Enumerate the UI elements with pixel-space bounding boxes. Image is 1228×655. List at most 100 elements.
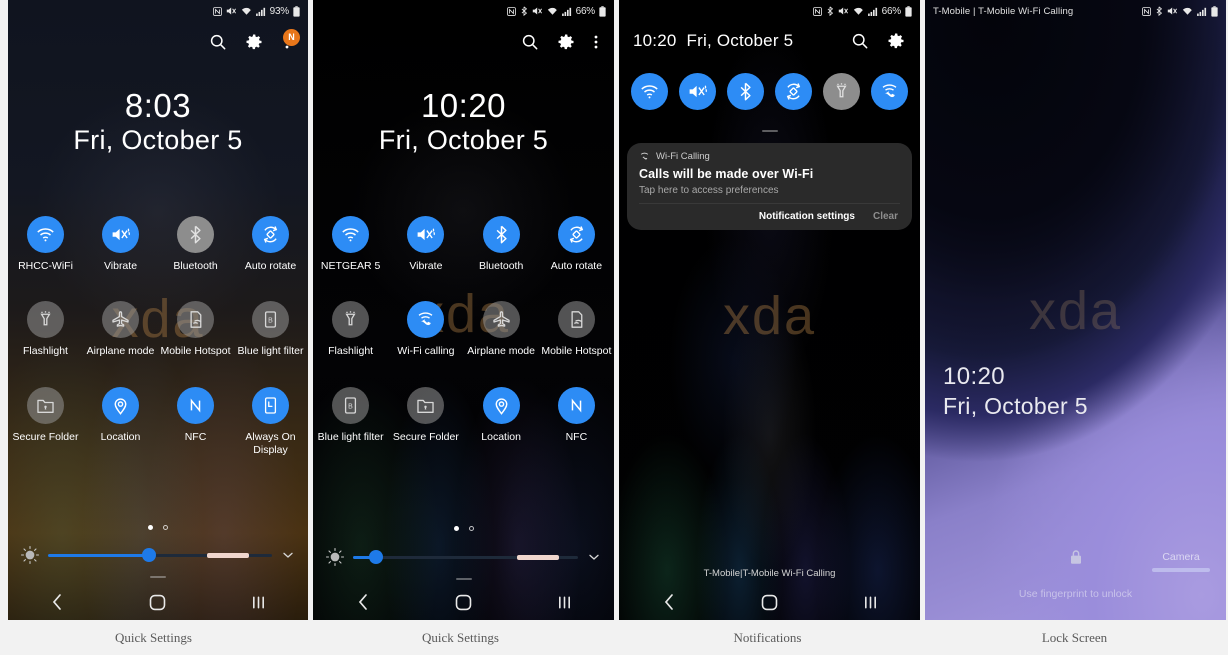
vibrate-icon (102, 216, 139, 253)
chevron-down-icon[interactable] (586, 549, 602, 565)
tile-blue-light-filter[interactable]: B Blue light filter (313, 386, 388, 444)
tile-flashlight[interactable]: Flashlight (313, 301, 388, 358)
tile-mobile-hotspot[interactable]: Mobile Hotspot (158, 301, 233, 358)
battery-percent: 93% (269, 5, 290, 17)
tile-flashlight[interactable]: Flashlight (8, 301, 83, 358)
wifi-icon (1182, 7, 1193, 16)
back-icon[interactable] (50, 593, 64, 611)
wifi-icon (547, 7, 558, 16)
mute-icon (838, 6, 849, 16)
clock: 10:20 Fri, October 5 (313, 87, 614, 157)
chevron-down-icon[interactable] (280, 547, 296, 563)
panel-drag-handle[interactable] (150, 576, 166, 578)
brightness-knob[interactable] (368, 550, 383, 564)
quick-toggle-flashlight[interactable] (823, 73, 860, 110)
tile-netgear-5[interactable]: NETGEAR 5 (313, 216, 388, 273)
recents-icon[interactable] (251, 595, 266, 610)
tile-nfc[interactable]: NFC (158, 386, 233, 458)
quick-settings-grid: RHCC-WiFi Vibrate Bluetooth Auto rotate … (8, 216, 308, 458)
quick-toggle-wifi[interactable] (631, 73, 668, 110)
notification-title: Calls will be made over Wi-Fi (639, 167, 814, 181)
back-icon[interactable] (356, 593, 370, 611)
tile-auto-rotate[interactable]: Auto rotate (539, 216, 614, 273)
tile-airplane-mode[interactable]: Airplane mode (464, 301, 539, 358)
gear-icon[interactable] (886, 31, 906, 51)
clock-date: Fri, October 5 (73, 124, 243, 155)
blue-light-icon: B (332, 386, 370, 424)
tile-rhcc-wifi[interactable]: RHCC-WiFi (8, 216, 83, 273)
page-dot[interactable] (163, 525, 168, 530)
tile-bluetooth[interactable]: Bluetooth (464, 216, 539, 273)
recents-icon[interactable] (557, 595, 572, 610)
tile-location[interactable]: Location (83, 386, 158, 458)
svg-text:B: B (348, 403, 353, 410)
quick-toggle-auto-rotate[interactable] (775, 73, 812, 110)
back-icon[interactable] (662, 593, 676, 611)
panel-drag-handle[interactable] (761, 130, 778, 132)
lock-clock-time: 10:20 (943, 363, 1006, 390)
wifi-icon (332, 216, 370, 253)
brightness-knob[interactable] (141, 548, 156, 562)
gear-icon[interactable] (556, 32, 576, 52)
tile-vibrate[interactable]: Vibrate (83, 216, 158, 273)
notification-card[interactable]: Wi-Fi Calling Calls will be made over Wi… (627, 143, 912, 230)
tile-always-on-display[interactable]: Always On Display (233, 386, 308, 458)
tile-auto-rotate[interactable]: Auto rotate (233, 216, 308, 273)
search-icon[interactable] (850, 31, 870, 51)
camera-shortcut[interactable]: Camera (1152, 551, 1210, 572)
signal-icon (1197, 7, 1207, 16)
page-dot[interactable] (468, 526, 474, 531)
phone-panel-lock-screen: xda T-Mobile | T-Mobile Wi-Fi Calling 10… (925, 0, 1226, 620)
always-on-display-icon (252, 386, 289, 424)
page-dot-active[interactable] (453, 526, 459, 531)
home-icon[interactable] (761, 594, 778, 611)
tile-blue-light-filter[interactable]: B Blue light filter (233, 301, 308, 358)
tile-secure-folder[interactable]: Secure Folder (8, 386, 83, 458)
brightness-track[interactable] (353, 550, 578, 564)
recents-icon[interactable] (863, 595, 878, 610)
quick-toggle-bluetooth[interactable] (727, 73, 764, 110)
battery-icon (599, 5, 606, 17)
search-icon[interactable] (208, 32, 228, 52)
search-icon[interactable] (520, 32, 540, 52)
nfc-icon (1142, 6, 1151, 16)
airplane-icon (482, 301, 520, 339)
tile-location[interactable]: Location (464, 386, 539, 444)
quick-toggle-vibrate[interactable] (679, 73, 716, 110)
location-icon (102, 386, 139, 424)
tile-mobile-hotspot[interactable]: Mobile Hotspot (539, 301, 614, 358)
tile-nfc[interactable]: NFC (539, 386, 614, 444)
lock-clock-date: Fri, October 5 (943, 392, 1088, 419)
caption-panel-2: Quick Settings (422, 629, 499, 645)
phone-panel-quick-settings-1: xda 93% N 8:03 Fri, October 5 RHCC-WiFi … (8, 0, 308, 620)
tile-airplane-mode[interactable]: Airplane mode (83, 301, 158, 358)
page-indicator (8, 525, 308, 530)
quick-toggle-wifi-calling[interactable] (871, 73, 908, 110)
notification-settings-button[interactable]: Notification settings (759, 211, 855, 222)
clear-button[interactable]: Clear (873, 211, 898, 222)
overflow-menu-icon[interactable] (592, 32, 600, 52)
tile-bluetooth[interactable]: Bluetooth (158, 216, 233, 273)
brightness-track[interactable] (48, 548, 272, 562)
home-icon[interactable] (455, 594, 472, 611)
quick-settings-header (313, 24, 614, 60)
page-dot-active[interactable] (148, 525, 153, 530)
auto-rotate-icon (557, 216, 595, 253)
bluetooth-icon (826, 6, 834, 16)
home-icon[interactable] (149, 594, 166, 611)
tile-wifi-calling[interactable]: Wi-Fi calling (388, 301, 463, 358)
battery-icon (905, 5, 912, 17)
tile-vibrate[interactable]: Vibrate (388, 216, 463, 273)
overflow-menu-icon[interactable]: N (280, 29, 300, 52)
tile-secure-folder[interactable]: Secure Folder (388, 386, 463, 444)
tile-label: Flashlight (23, 345, 68, 358)
hotspot-icon (557, 301, 595, 339)
tile-label: Secure Folder (12, 430, 79, 443)
wifi-icon (853, 7, 864, 16)
gear-icon[interactable] (244, 32, 264, 52)
wifi-icon (27, 216, 64, 253)
panel-drag-handle[interactable] (455, 578, 472, 580)
hotspot-icon (177, 301, 214, 339)
mute-icon (226, 6, 237, 16)
brightness-icon (20, 545, 40, 565)
